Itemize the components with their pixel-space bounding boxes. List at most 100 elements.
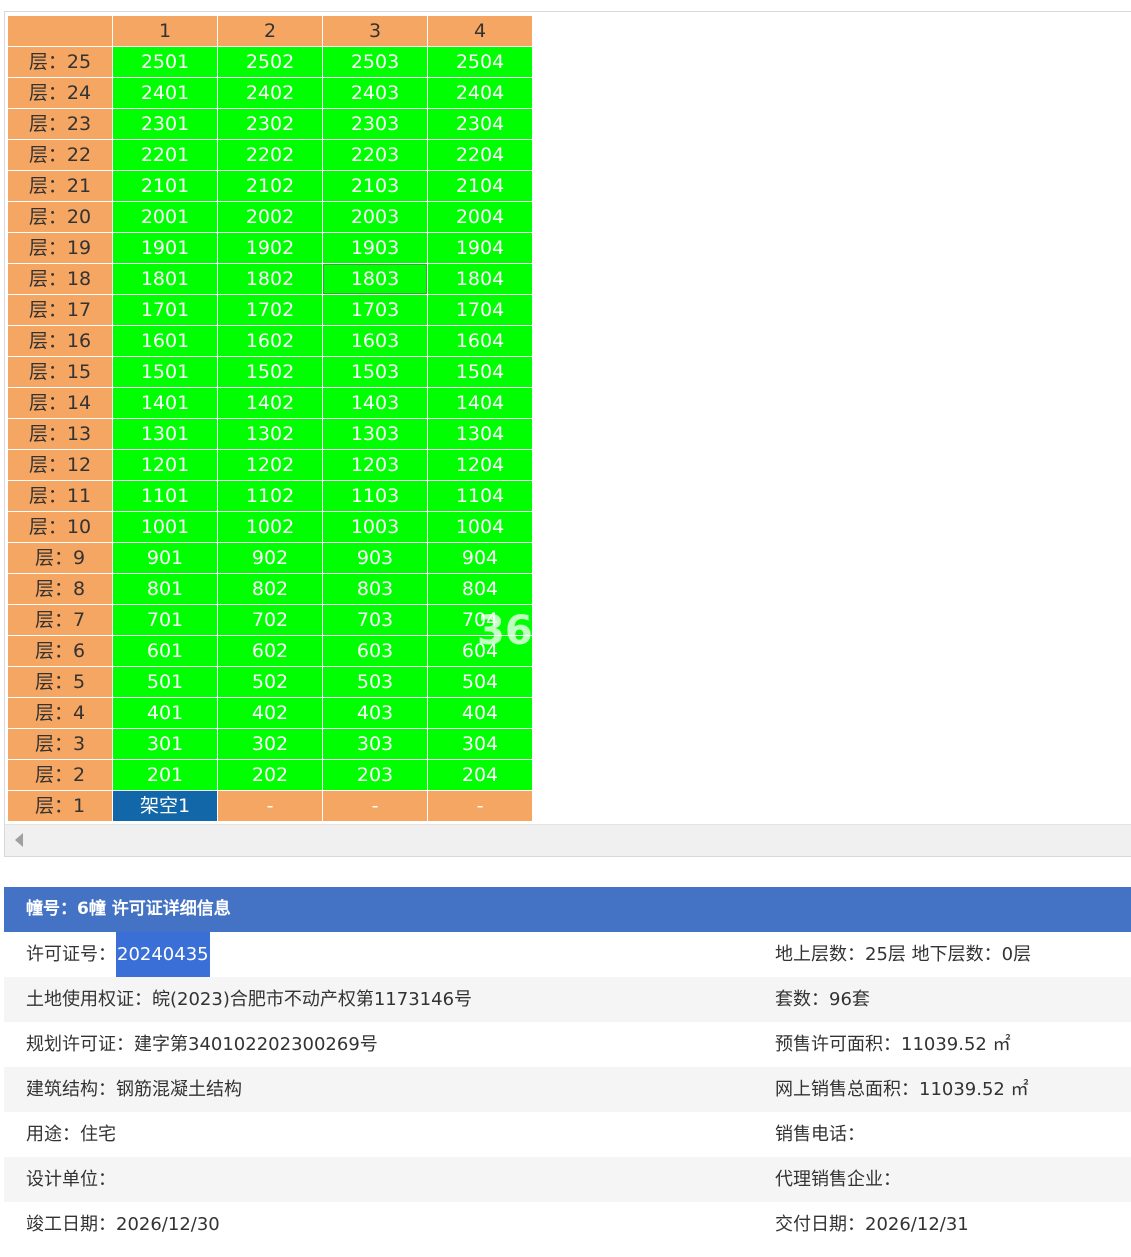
unit-cell[interactable]: 1402	[217, 387, 323, 419]
unit-cell[interactable]: 704	[427, 604, 533, 636]
unit-cell[interactable]: 702	[217, 604, 323, 636]
unit-cell[interactable]: 1701	[112, 294, 218, 326]
unit-cell[interactable]: 903	[322, 542, 428, 574]
unit-cell[interactable]: 2503	[322, 46, 428, 78]
unit-cell[interactable]: 2003	[322, 201, 428, 233]
unit-cell[interactable]: 502	[217, 666, 323, 698]
unit-cell[interactable]: 604	[427, 635, 533, 667]
unit-cell[interactable]: 303	[322, 728, 428, 760]
unit-cell[interactable]: 1202	[217, 449, 323, 481]
unit-cell[interactable]: 1903	[322, 232, 428, 264]
unit-cell[interactable]: 504	[427, 666, 533, 698]
unit-cell[interactable]: 902	[217, 542, 323, 574]
unit-cell[interactable]: 904	[427, 542, 533, 574]
unit-cell[interactable]: 2104	[427, 170, 533, 202]
unit-cell[interactable]: 2102	[217, 170, 323, 202]
unit-cell[interactable]: 403	[322, 697, 428, 729]
unit-cell[interactable]: 1404	[427, 387, 533, 419]
unit-cell[interactable]: 204	[427, 759, 533, 791]
unit-cell[interactable]: 1401	[112, 387, 218, 419]
unit-cell[interactable]: 2504	[427, 46, 533, 78]
unit-cell[interactable]: 1604	[427, 325, 533, 357]
unit-cell[interactable]: 2204	[427, 139, 533, 171]
unit-cell[interactable]: 2103	[322, 170, 428, 202]
unit-cell[interactable]: 701	[112, 604, 218, 636]
unit-cell[interactable]: 1002	[217, 511, 323, 543]
unit-cell[interactable]: 804	[427, 573, 533, 605]
unit-cell[interactable]: 1601	[112, 325, 218, 357]
unit-cell[interactable]: 1702	[217, 294, 323, 326]
unit-cell[interactable]: 1301	[112, 418, 218, 450]
unit-cell[interactable]: 203	[322, 759, 428, 791]
unit-cell[interactable]: 1902	[217, 232, 323, 264]
unit-cell[interactable]: 2303	[322, 108, 428, 140]
unit-cell[interactable]: 2403	[322, 77, 428, 109]
unit-cell-special[interactable]: 架空1	[112, 790, 218, 822]
unit-cell[interactable]: 304	[427, 728, 533, 760]
unit-cell[interactable]: 801	[112, 573, 218, 605]
unit-cell[interactable]: 1803	[322, 263, 428, 295]
unit-cell[interactable]: 802	[217, 573, 323, 605]
unit-cell[interactable]: 2002	[217, 201, 323, 233]
unit-cell[interactable]: 1504	[427, 356, 533, 388]
unit-cell[interactable]: 901	[112, 542, 218, 574]
unit-cell[interactable]: 1801	[112, 263, 218, 295]
unit-cell[interactable]: 601	[112, 635, 218, 667]
unit-cell[interactable]: 1303	[322, 418, 428, 450]
unit-cell[interactable]: 1203	[322, 449, 428, 481]
unit-cell[interactable]: 1503	[322, 356, 428, 388]
unit-cell[interactable]: 1003	[322, 511, 428, 543]
unit-cell[interactable]: 2101	[112, 170, 218, 202]
unit-cell[interactable]: 1804	[427, 263, 533, 295]
unit-cell[interactable]: 302	[217, 728, 323, 760]
unit-cell[interactable]: 1104	[427, 480, 533, 512]
unit-cell[interactable]: 202	[217, 759, 323, 791]
unit-cell[interactable]: 1004	[427, 511, 533, 543]
unit-cell[interactable]: 1501	[112, 356, 218, 388]
unit-cell[interactable]: 301	[112, 728, 218, 760]
unit-cell[interactable]: 1904	[427, 232, 533, 264]
unit-cell[interactable]: 1602	[217, 325, 323, 357]
unit-cell[interactable]: 501	[112, 666, 218, 698]
unit-cell[interactable]: 1704	[427, 294, 533, 326]
unit-cell[interactable]: 1703	[322, 294, 428, 326]
unit-cell[interactable]: 2203	[322, 139, 428, 171]
scroll-left-arrow-icon[interactable]	[15, 833, 23, 847]
unit-cell[interactable]: 404	[427, 697, 533, 729]
unit-cell[interactable]: 2501	[112, 46, 218, 78]
permit-number-value[interactable]: 20240435	[116, 932, 210, 977]
unit-cell[interactable]: 2401	[112, 77, 218, 109]
unit-cell[interactable]: 1603	[322, 325, 428, 357]
unit-cell[interactable]: 402	[217, 697, 323, 729]
horizontal-scrollbar[interactable]	[5, 824, 1131, 856]
unit-cell[interactable]: 503	[322, 666, 428, 698]
unit-cell[interactable]: 703	[322, 604, 428, 636]
unit-cell[interactable]: 2302	[217, 108, 323, 140]
unit-cell[interactable]: 2202	[217, 139, 323, 171]
unit-cell[interactable]: 603	[322, 635, 428, 667]
unit-cell[interactable]: 1901	[112, 232, 218, 264]
unit-cell[interactable]: 2301	[112, 108, 218, 140]
unit-cell[interactable]: 1103	[322, 480, 428, 512]
unit-cell[interactable]: 1201	[112, 449, 218, 481]
unit-cell[interactable]: 1102	[217, 480, 323, 512]
unit-cell[interactable]: 1302	[217, 418, 323, 450]
unit-cell[interactable]: 401	[112, 697, 218, 729]
unit-cell[interactable]: 2201	[112, 139, 218, 171]
unit-cell[interactable]: 2304	[427, 108, 533, 140]
unit-cell[interactable]: 2001	[112, 201, 218, 233]
unit-cell[interactable]: 2004	[427, 201, 533, 233]
unit-cell[interactable]: 1802	[217, 263, 323, 295]
unit-cell[interactable]: 1001	[112, 511, 218, 543]
unit-cell[interactable]: 1502	[217, 356, 323, 388]
unit-cell[interactable]: 201	[112, 759, 218, 791]
unit-cell[interactable]: 2402	[217, 77, 323, 109]
unit-cell[interactable]: 602	[217, 635, 323, 667]
unit-cell[interactable]: 2502	[217, 46, 323, 78]
unit-cell[interactable]: 1204	[427, 449, 533, 481]
unit-cell[interactable]: 1304	[427, 418, 533, 450]
unit-cell[interactable]: 1101	[112, 480, 218, 512]
unit-cell[interactable]: 1403	[322, 387, 428, 419]
unit-cell[interactable]: 803	[322, 573, 428, 605]
unit-cell[interactable]: 2404	[427, 77, 533, 109]
